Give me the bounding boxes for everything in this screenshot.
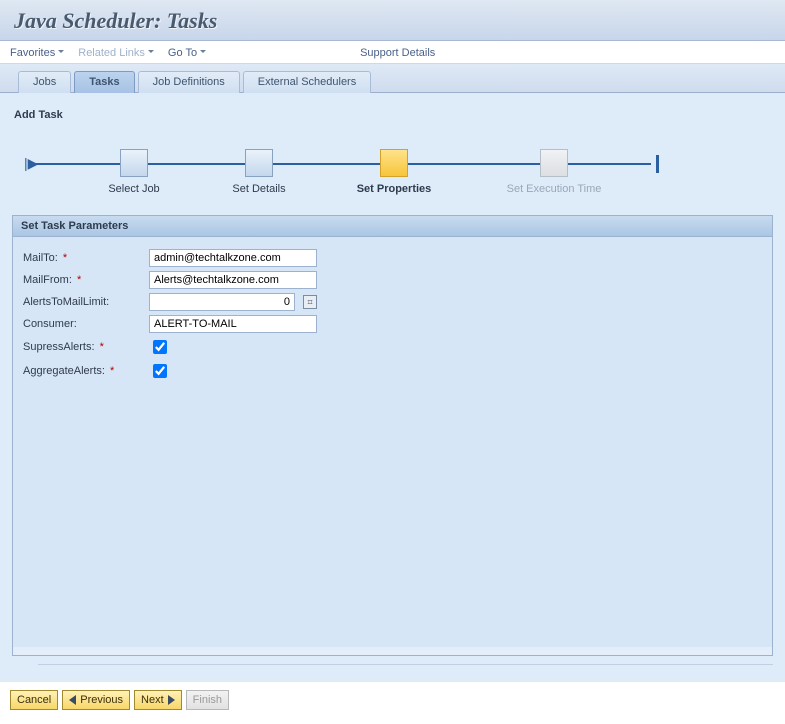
- section-title: Add Task: [14, 109, 773, 121]
- label-text: SupressAlerts:: [23, 341, 95, 353]
- row-alerts-limit: AlertsToMailLimit: ⌗: [23, 293, 762, 311]
- wizard-step-label: Set Execution Time: [484, 183, 624, 195]
- required-marker: *: [100, 341, 104, 353]
- label-mailto: MailTo: *: [23, 252, 143, 264]
- label-supress-alerts: SupressAlerts: *: [23, 341, 143, 353]
- button-bar: Cancel Previous Next Finish: [0, 682, 785, 724]
- tab-job-definitions[interactable]: Job Definitions: [138, 71, 240, 93]
- checkbox-supress-alerts[interactable]: [153, 340, 167, 354]
- divider: [38, 664, 773, 674]
- tab-external-schedulers[interactable]: External Schedulers: [243, 71, 371, 93]
- menubar: Favorites Related Links Go To Support De…: [0, 41, 785, 64]
- wizard-step-label: Set Details: [209, 183, 309, 195]
- checkbox-aggregate-alerts[interactable]: [153, 364, 167, 378]
- arrow-left-icon: [69, 695, 76, 705]
- wizard-step-set-properties[interactable]: Set Properties: [334, 149, 454, 195]
- required-marker: *: [63, 252, 67, 264]
- label-alerts-limit: AlertsToMailLimit:: [23, 296, 143, 308]
- wizard-box-icon: [245, 149, 273, 177]
- input-alerts-limit[interactable]: [149, 293, 295, 311]
- link-support-details[interactable]: Support Details: [360, 47, 435, 59]
- tab-jobs[interactable]: Jobs: [18, 71, 71, 93]
- wizard-step-set-details[interactable]: Set Details: [209, 149, 309, 195]
- menu-related-links[interactable]: Related Links: [78, 47, 154, 59]
- button-label: Cancel: [17, 694, 51, 706]
- wizard-box-icon: [540, 149, 568, 177]
- wizard-box-icon: [380, 149, 408, 177]
- cancel-button[interactable]: Cancel: [10, 690, 58, 710]
- wizard-step-label: Set Properties: [334, 183, 454, 195]
- label-text: MailTo:: [23, 252, 58, 264]
- previous-button[interactable]: Previous: [62, 690, 130, 710]
- label-text: AggregateAlerts:: [23, 365, 105, 377]
- row-mailto: MailTo: *: [23, 249, 762, 267]
- button-label: Next: [141, 694, 164, 706]
- form-area: MailTo: * MailFrom: * AlertsToMailLimit:…: [13, 237, 772, 647]
- input-mailto[interactable]: [149, 249, 317, 267]
- page-title: Java Scheduler: Tasks: [14, 8, 771, 34]
- tabstrip: Jobs Tasks Job Definitions External Sche…: [0, 64, 785, 93]
- label-aggregate-alerts: AggregateAlerts: *: [23, 365, 143, 377]
- label-text: AlertsToMailLimit:: [23, 296, 109, 308]
- row-mailfrom: MailFrom: *: [23, 271, 762, 289]
- calculator-icon[interactable]: ⌗: [303, 295, 317, 309]
- input-consumer[interactable]: [149, 315, 317, 333]
- wizard-step-select-job[interactable]: Select Job: [84, 149, 184, 195]
- required-marker: *: [77, 274, 81, 286]
- label-consumer: Consumer:: [23, 318, 143, 330]
- wizard-step-set-execution-time[interactable]: Set Execution Time: [484, 149, 624, 195]
- wizard-step-label: Select Job: [84, 183, 184, 195]
- label-mailfrom: MailFrom: *: [23, 274, 143, 286]
- wizard-end-icon: [656, 155, 659, 173]
- panel-title: Set Task Parameters: [13, 216, 772, 237]
- label-text: MailFrom:: [23, 274, 72, 286]
- required-marker: *: [110, 365, 114, 377]
- button-label: Finish: [193, 694, 222, 706]
- menu-goto[interactable]: Go To: [168, 47, 206, 59]
- label-text: Consumer:: [23, 318, 77, 330]
- next-button[interactable]: Next: [134, 690, 182, 710]
- row-consumer: Consumer:: [23, 315, 762, 333]
- tab-tasks[interactable]: Tasks: [74, 71, 134, 93]
- page-header: Java Scheduler: Tasks: [0, 0, 785, 41]
- wizard-box-icon: [120, 149, 148, 177]
- finish-button: Finish: [186, 690, 229, 710]
- button-label: Previous: [80, 694, 123, 706]
- input-mailfrom[interactable]: [149, 271, 317, 289]
- menu-favorites[interactable]: Favorites: [10, 47, 64, 59]
- row-aggregate-alerts: AggregateAlerts: *: [23, 361, 762, 381]
- arrow-right-icon: [168, 695, 175, 705]
- panel-set-task-parameters: Set Task Parameters MailTo: * MailFrom: …: [12, 215, 773, 656]
- content-area: Add Task |▶ Select Job Set Details Set P…: [0, 93, 785, 682]
- row-supress-alerts: SupressAlerts: *: [23, 337, 762, 357]
- wizard: |▶ Select Job Set Details Set Properties…: [12, 133, 773, 215]
